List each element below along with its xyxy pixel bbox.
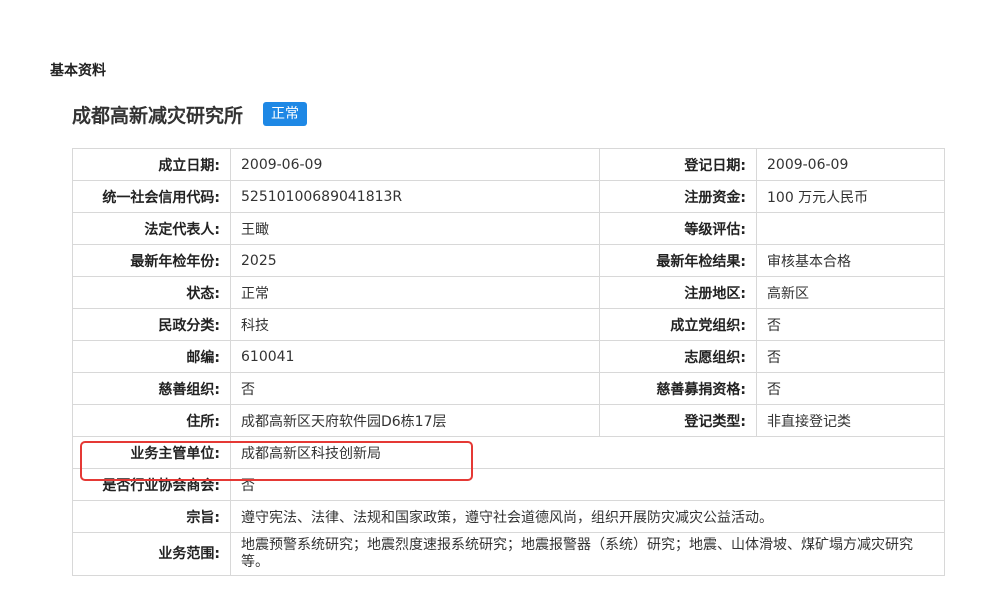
field-label: 成立党组织:	[599, 308, 757, 341]
field-value: 2009-06-09	[230, 148, 600, 181]
field-value: 否	[756, 372, 945, 405]
table-row: 民政分类: 科技 成立党组织: 否	[72, 308, 945, 341]
table-row: 状态: 正常 注册地区: 高新区	[72, 276, 945, 309]
field-value: 王瞰	[230, 212, 600, 245]
field-label: 最新年检年份:	[72, 244, 231, 277]
table-row: 住所: 成都高新区天府软件园D6栋17层 登记类型: 非直接登记类	[72, 404, 945, 437]
field-value: 正常	[230, 276, 600, 309]
status-badge: 正常	[263, 102, 308, 126]
table-row: 是否行业协会商会: 否	[72, 468, 945, 501]
field-value: 52510100689041813R	[230, 180, 600, 213]
field-value: 成都高新区科技创新局	[230, 436, 945, 469]
field-value: 高新区	[756, 276, 945, 309]
org-name: 成都高新减灾研究所	[72, 104, 244, 127]
field-label: 是否行业协会商会:	[72, 468, 231, 501]
field-label: 民政分类:	[72, 308, 231, 341]
field-value: 科技	[230, 308, 600, 341]
field-value: 地震预警系统研究；地震烈度速报系统研究；地震报警器（系统）研究；地震、山体滑坡、…	[230, 532, 945, 576]
field-value: 遵守宪法、法律、法规和国家政策，遵守社会道德风尚，组织开展防灾减灾公益活动。	[230, 500, 945, 533]
table-row: 业务范围: 地震预警系统研究；地震烈度速报系统研究；地震报警器（系统）研究；地震…	[72, 532, 945, 576]
field-label: 登记日期:	[599, 148, 757, 181]
field-value: 2025	[230, 244, 600, 277]
section-title: 基本资料	[50, 63, 106, 79]
table-row: 最新年检年份: 2025 最新年检结果: 审核基本合格	[72, 244, 945, 277]
table-row: 慈善组织: 否 慈善募捐资格: 否	[72, 372, 945, 405]
field-value: 否	[756, 340, 945, 373]
info-table: 成立日期: 2009-06-09 登记日期: 2009-06-09 统一社会信用…	[72, 148, 945, 576]
field-label: 状态:	[72, 276, 231, 309]
field-value	[756, 212, 945, 245]
field-value: 成都高新区天府软件园D6栋17层	[230, 404, 600, 437]
field-label: 等级评估:	[599, 212, 757, 245]
field-label: 业务主管单位:	[72, 436, 231, 469]
table-row: 邮编: 610041 志愿组织: 否	[72, 340, 945, 373]
field-label: 成立日期:	[72, 148, 231, 181]
field-value: 否	[230, 372, 600, 405]
field-value: 非直接登记类	[756, 404, 945, 437]
field-label: 邮编:	[72, 340, 231, 373]
table-row: 成立日期: 2009-06-09 登记日期: 2009-06-09	[72, 148, 945, 181]
table-row: 法定代表人: 王瞰 等级评估:	[72, 212, 945, 245]
field-value: 审核基本合格	[756, 244, 945, 277]
field-label: 法定代表人:	[72, 212, 231, 245]
field-label: 宗旨:	[72, 500, 231, 533]
field-label: 住所:	[72, 404, 231, 437]
field-value: 否	[756, 308, 945, 341]
table-row: 统一社会信用代码: 52510100689041813R 注册资金: 100 万…	[72, 180, 945, 213]
field-label: 慈善组织:	[72, 372, 231, 405]
field-label: 业务范围:	[72, 532, 231, 576]
org-header: 成都高新减灾研究所 正常	[72, 100, 308, 128]
field-label: 登记类型:	[599, 404, 757, 437]
field-value: 2009-06-09	[756, 148, 945, 181]
field-value: 100 万元人民币	[756, 180, 945, 213]
field-label: 注册地区:	[599, 276, 757, 309]
table-row: 业务主管单位: 成都高新区科技创新局	[72, 436, 945, 469]
table-row: 宗旨: 遵守宪法、法律、法规和国家政策，遵守社会道德风尚，组织开展防灾减灾公益活…	[72, 500, 945, 533]
field-label: 最新年检结果:	[599, 244, 757, 277]
field-value: 610041	[230, 340, 600, 373]
field-label: 统一社会信用代码:	[72, 180, 231, 213]
field-value: 否	[230, 468, 945, 501]
field-label: 慈善募捐资格:	[599, 372, 757, 405]
field-label: 志愿组织:	[599, 340, 757, 373]
field-label: 注册资金:	[599, 180, 757, 213]
